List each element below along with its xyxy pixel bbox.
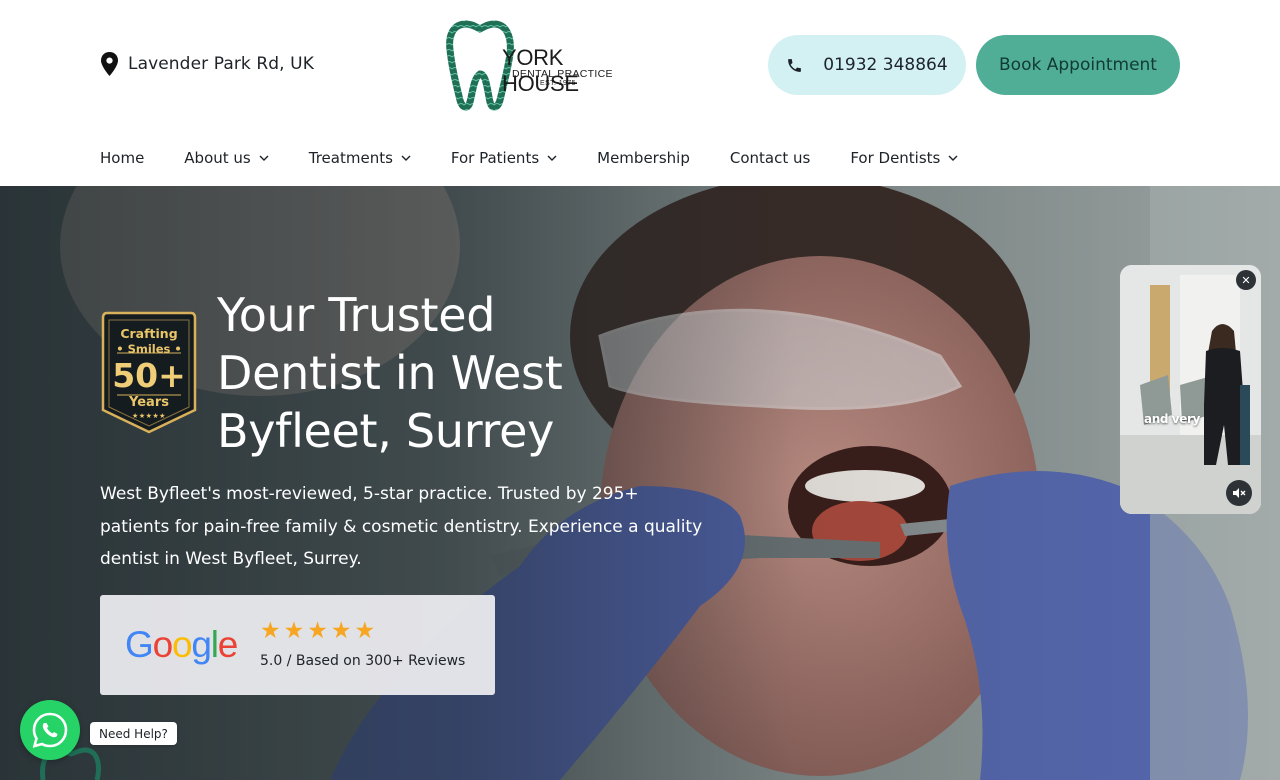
location-text: Lavender Park Rd, UK [128,54,314,74]
nav-item-for-dentists[interactable]: For Dentists [850,149,958,167]
book-appointment-label: Book Appointment [999,55,1157,75]
site-header: Lavender Park Rd, UK YORK HOUSE DENTAL P… [0,0,1280,186]
nav-item-contact-us[interactable]: Contact us [730,149,810,167]
nav-item-for-patients[interactable]: For Patients [451,149,557,167]
nav-item-label: For Patients [450,149,540,167]
star-icon: ★ [330,618,352,644]
hero-section: Crafting • Smiles • 50+ Years ★★★★★ Your… [0,186,1280,780]
google-logo: Google [125,624,239,666]
nav-item-label: Home [100,149,145,167]
hero-title: Your Trusted Dentist in West Byfleet, Su… [217,288,563,458]
years-badge: Crafting • Smiles • 50+ Years ★★★★★ [101,310,197,434]
hero-description: West Byfleet's most-reviewed, 5-star pra… [100,484,703,569]
star-icon: ★ [307,618,328,644]
map-pin-icon [101,52,118,76]
chevron-down-icon [259,155,269,161]
badge-line-3: Years [129,395,169,410]
nav-item-home[interactable]: Home [100,149,144,167]
nav-item-label: Contact us [729,149,811,167]
google-letter: o [152,624,174,665]
speaker-muted-icon [1233,488,1246,498]
google-letter: G [125,624,154,665]
site-logo[interactable]: YORK HOUSE DENTAL PRACTICE EST. 1975 [446,18,626,112]
review-summary: 5.0 / Based on 300+ Reviews [260,653,466,669]
book-appointment-button[interactable]: Book Appointment [976,35,1180,95]
google-letter: o [171,624,193,665]
logo-subtitle: DENTAL PRACTICE [512,68,613,80]
close-icon[interactable]: ✕ [1236,270,1256,290]
video-caption: and very [1144,412,1200,426]
nav-item-label: Membership [597,149,690,167]
google-letter: g [191,624,212,665]
whatsapp-icon [32,712,68,748]
google-letter: l [210,624,219,665]
star-icon: ★ [283,618,305,644]
nav-item-label: For Dentists [850,149,941,167]
google-letter: e [217,624,239,665]
badge-stars: ★★★★★ [132,412,166,420]
phone-icon [788,58,802,72]
badge-number: 50+ [112,356,186,395]
need-help-label[interactable]: Need Help? [90,722,177,745]
nav-item-about-us[interactable]: About us [184,149,269,167]
location: Lavender Park Rd, UK [100,52,314,76]
chevron-down-icon [948,155,958,161]
whatsapp-button[interactable] [20,700,80,760]
nav-item-treatments[interactable]: Treatments [309,149,411,167]
logo-est: EST. 1975 [540,80,576,87]
video-thumbnail [1120,265,1261,514]
star-icon: ★ [354,618,376,644]
mute-icon[interactable] [1226,480,1252,506]
video-widget[interactable]: and very ✕ [1120,265,1261,514]
badge-line-1: Crafting [120,326,178,341]
chevron-down-icon [547,155,557,161]
phone-number: 01932 348864 [823,55,948,75]
star-rating: ★ ★ ★ ★ ★ [260,620,375,643]
phone-button[interactable]: 01932 348864 [768,35,966,95]
nav-item-label: Treatments [308,149,393,167]
star-icon: ★ [260,618,281,644]
main-nav: Home About us Treatments For Patients Me… [100,149,998,167]
google-review-card[interactable]: Google ★ ★ ★ ★ ★ 5.0 / Based on 300+ Reviews [100,595,495,695]
nav-item-membership[interactable]: Membership [597,149,690,167]
nav-item-label: About us [184,149,251,167]
badge-line-2: • Smiles • [116,342,182,356]
chevron-down-icon [401,155,411,161]
